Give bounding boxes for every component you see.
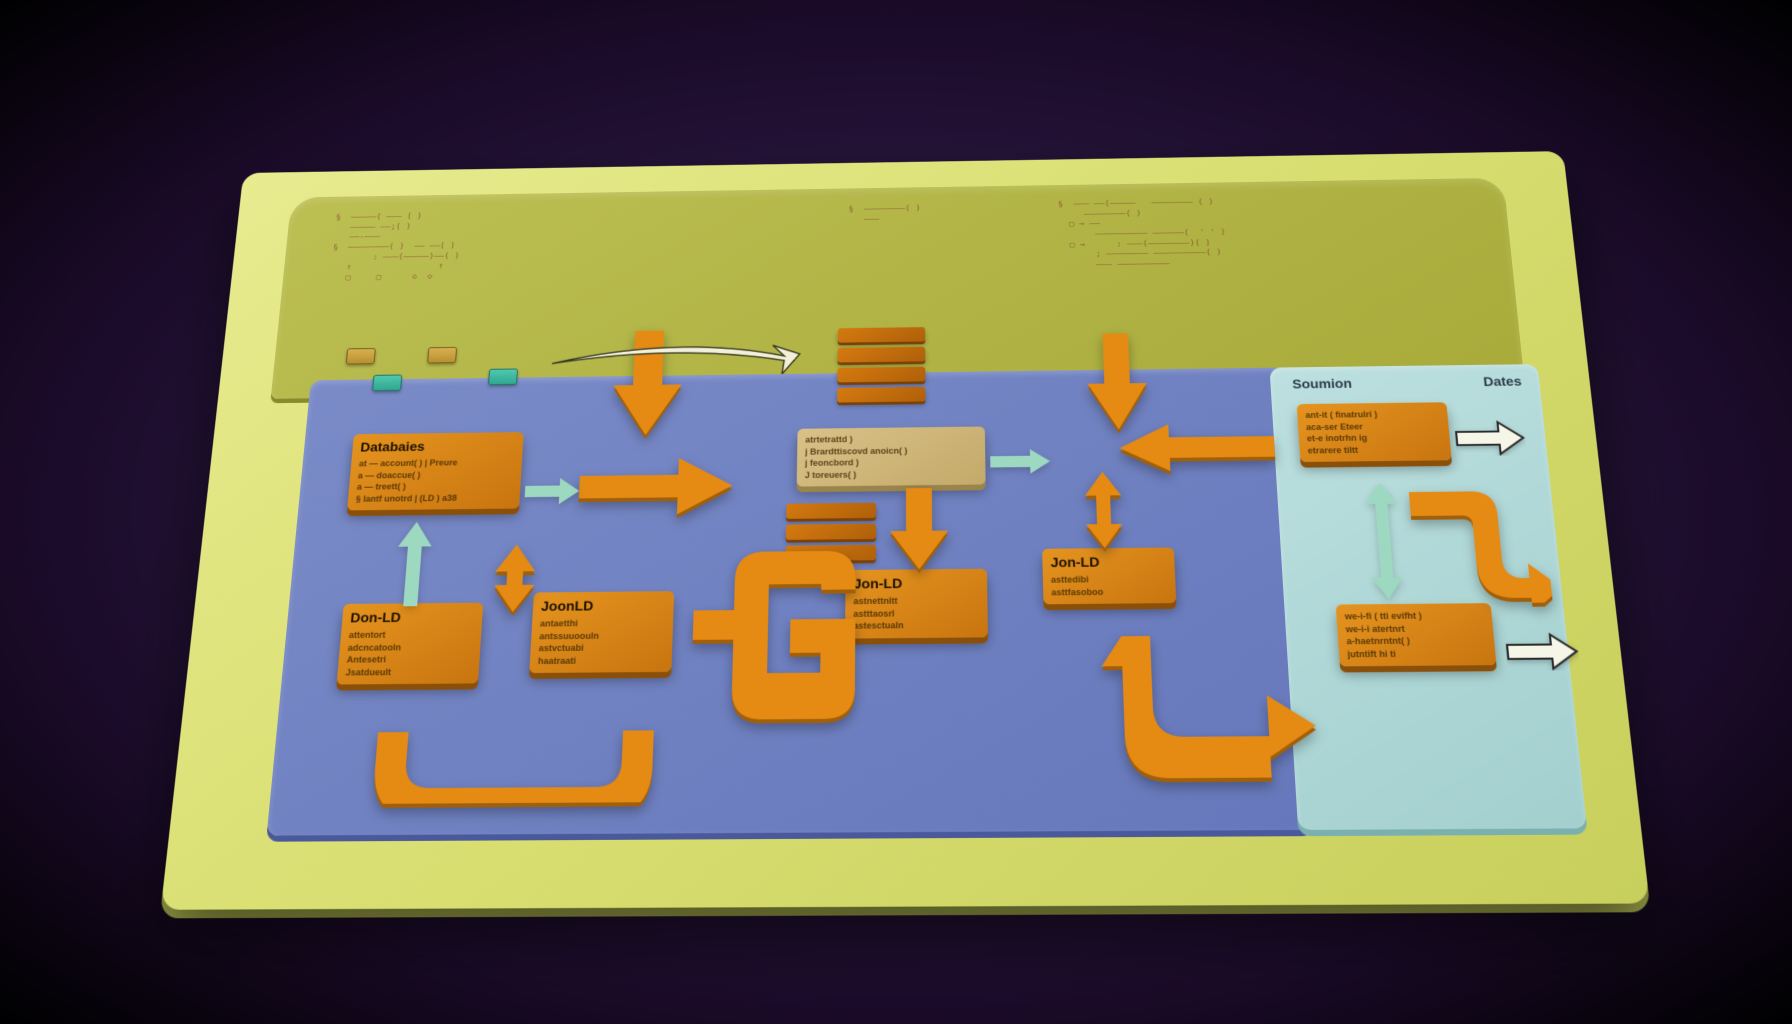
diagram-stage: Soumion Dates § —————( ——— ( ) ————— ——;… bbox=[161, 151, 1650, 910]
db-mini-icon-2 bbox=[427, 347, 457, 364]
code-scribble-mid: § ————————( ) ——— bbox=[848, 204, 920, 225]
session-label: Soumion bbox=[1292, 376, 1353, 391]
output-node-top: ant-it ( finatrulri ) aca-ser Eteer et-e… bbox=[1297, 402, 1452, 462]
code-scribble-right: § ——— ——(————— ———————— ( ) ————————( ) … bbox=[1058, 198, 1228, 272]
code-scribble-left: § —————( ——— ( ) ————— ——;( ) ——-——— § —… bbox=[330, 212, 463, 285]
teal-chip-icon bbox=[372, 375, 402, 392]
center-process-node: atrtetrattd ) j Brardttiscovd anoicn( ) … bbox=[797, 426, 986, 486]
db-mini-icon bbox=[346, 348, 376, 364]
swoosh-arrow-icon bbox=[546, 338, 808, 378]
dates-label: Dates bbox=[1483, 374, 1523, 389]
